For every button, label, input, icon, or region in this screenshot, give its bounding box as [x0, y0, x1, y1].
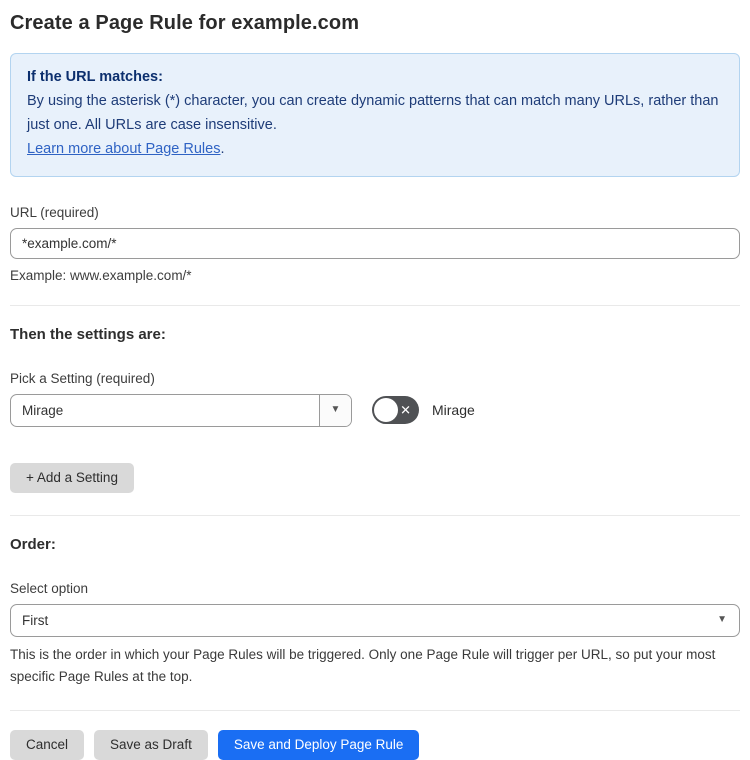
page-rule-form: Create a Page Rule for example.com If th…	[0, 0, 750, 760]
info-box-heading: If the URL matches:	[27, 69, 163, 85]
toggle-off-x-icon: ✕	[400, 402, 411, 418]
info-box-link-line: Learn more about Page Rules.	[27, 138, 723, 162]
chevron-down-icon: ▼	[330, 404, 341, 416]
setting-select[interactable]: Mirage ▼	[10, 393, 352, 427]
settings-section-heading: Then the settings are:	[10, 325, 166, 343]
save-as-draft-button[interactable]: Save as Draft	[94, 730, 208, 760]
url-match-info-box: If the URL matches: By using the asteris…	[10, 53, 740, 177]
order-description: This is the order in which your Page Rul…	[10, 646, 716, 684]
divider	[10, 304, 740, 306]
setting-picker-label: Pick a Setting (required)	[10, 370, 155, 386]
setting-row: Mirage ▼ ✕ Mirage	[10, 393, 740, 427]
url-input[interactable]	[10, 227, 740, 259]
setting-select-value: Mirage	[22, 402, 64, 418]
divider	[10, 710, 740, 712]
footer-actions: Cancel Save as Draft Save and Deploy Pag…	[10, 730, 740, 760]
order-select-value: First	[22, 612, 49, 628]
chevron-down-icon: ▼	[717, 614, 727, 626]
link-period: .	[220, 140, 225, 157]
order-select-label: Select option	[10, 580, 89, 596]
toggle-knob	[374, 398, 398, 423]
learn-more-link[interactable]: Learn more about Page Rules	[27, 141, 220, 157]
order-section-heading: Order:	[10, 535, 56, 553]
toggle-label: Mirage	[432, 402, 475, 419]
url-example-text: Example: www.example.com/*	[10, 267, 192, 283]
cancel-button[interactable]: Cancel	[10, 730, 85, 760]
url-field-label: URL (required)	[10, 204, 99, 220]
divider	[10, 514, 740, 516]
mirage-toggle[interactable]: ✕	[372, 396, 419, 425]
page-title: Create a Page Rule for example.com	[10, 12, 360, 34]
info-box-body: By using the asterisk (*) character, you…	[27, 92, 719, 133]
setting-select-arrow-button[interactable]: ▼	[319, 394, 351, 426]
add-setting-button[interactable]: + Add a Setting	[10, 462, 134, 493]
order-select[interactable]: First ▼	[10, 603, 740, 637]
save-and-deploy-button[interactable]: Save and Deploy Page Rule	[217, 730, 420, 760]
